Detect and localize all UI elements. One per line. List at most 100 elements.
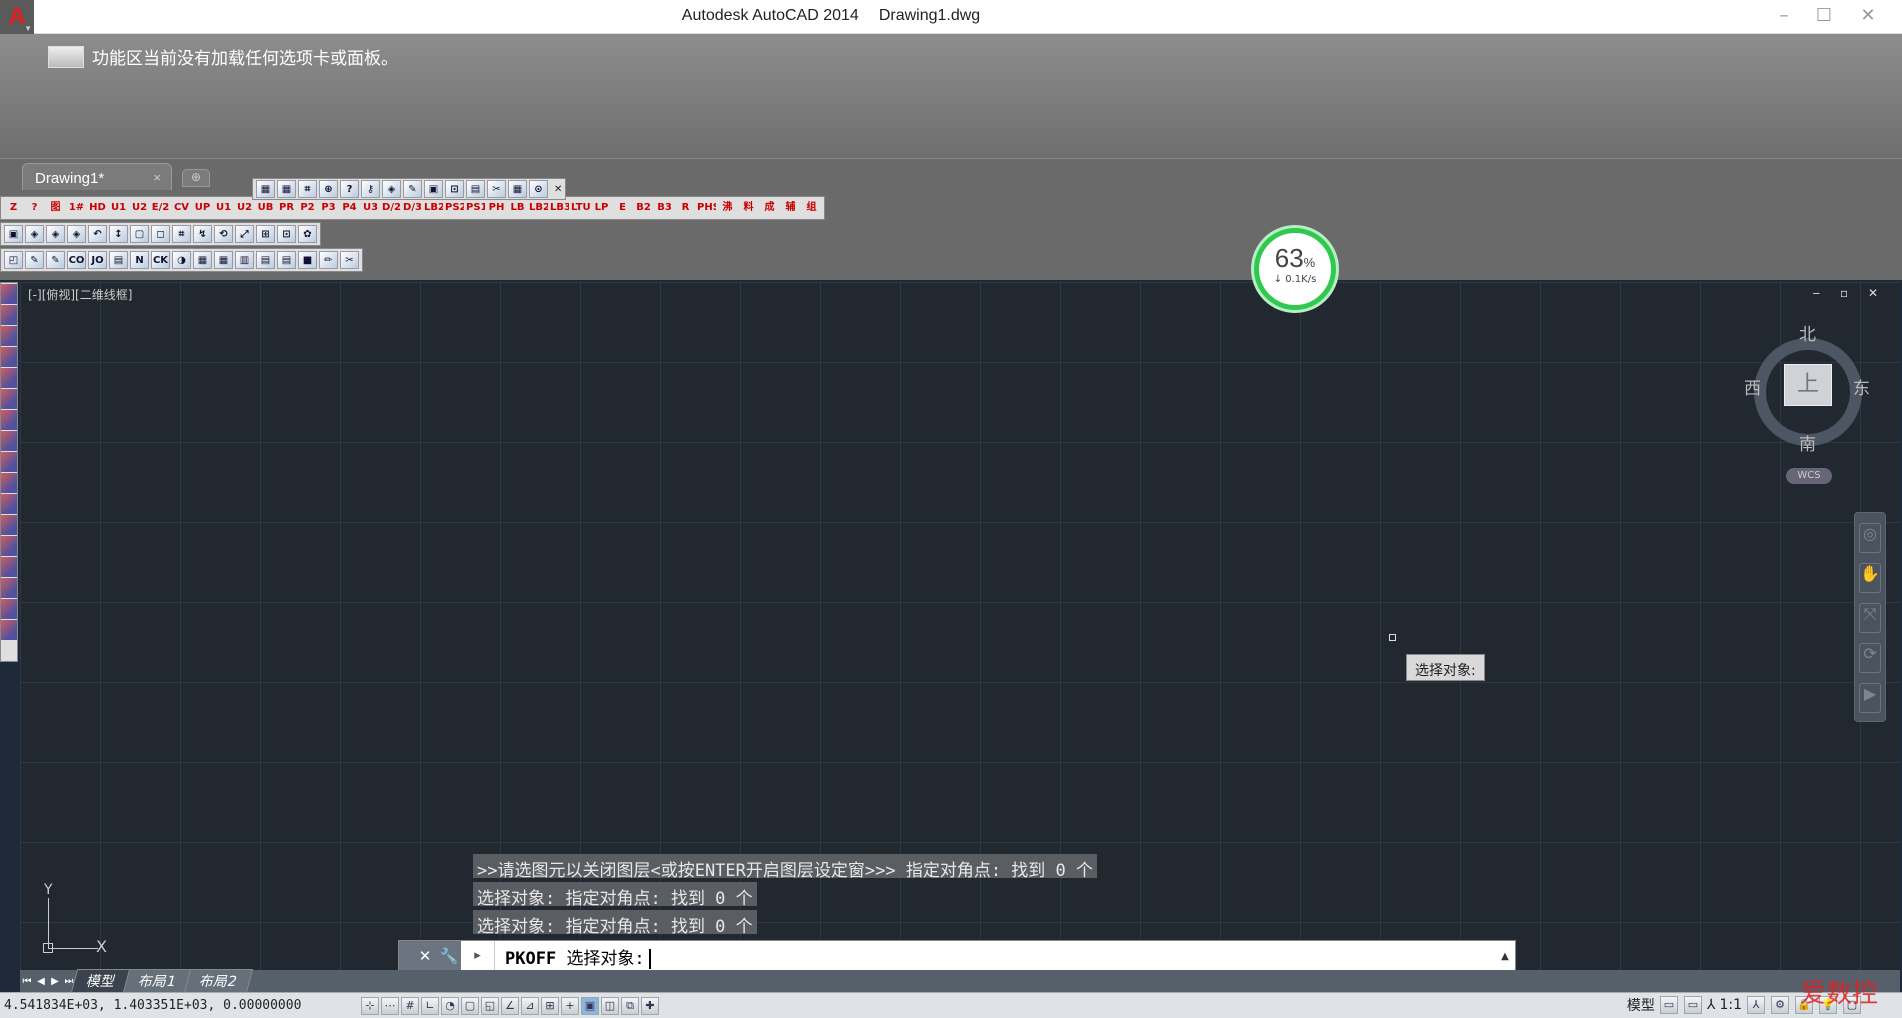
left-toolbar-button[interactable] xyxy=(1,515,17,535)
toolbar-button[interactable]: ▤ xyxy=(466,180,485,198)
left-toolbar-button[interactable] xyxy=(1,494,17,514)
toolbar-button[interactable]: P2 xyxy=(298,199,317,217)
toolbar-button[interactable]: 图 xyxy=(46,199,65,217)
toolbar-button[interactable]: U3 xyxy=(361,199,380,217)
toolbar-button[interactable]: P3 xyxy=(319,199,338,217)
toolbar-button[interactable]: ↶ xyxy=(88,225,107,243)
recent-commands-icon[interactable]: ▸ xyxy=(461,941,495,971)
left-toolbar-button[interactable] xyxy=(1,410,17,430)
steering-wheel-icon[interactable]: ◎ xyxy=(1859,523,1881,553)
toolbar-button[interactable]: ◰ xyxy=(4,251,23,269)
wcs-menu[interactable]: WCS xyxy=(1786,468,1832,484)
toolbar-button[interactable]: B3 xyxy=(655,199,674,217)
quick-properties-icon[interactable]: ◫ xyxy=(601,996,619,1015)
orbit-icon[interactable]: ⟳ xyxy=(1859,643,1881,673)
toolbar-button[interactable]: ⊡ xyxy=(445,180,464,198)
lineweight-icon[interactable]: + xyxy=(561,996,579,1015)
toolbar-button[interactable]: ⟲ xyxy=(214,225,233,243)
toolbar-button[interactable]: ? xyxy=(340,180,359,198)
toolbar-button[interactable]: D/3 xyxy=(403,199,422,217)
toolbar-button[interactable]: 辅 xyxy=(781,199,800,217)
annotation-monitor-icon[interactable]: ✚ xyxy=(641,996,659,1015)
toolbar-button[interactable]: ↕ xyxy=(109,225,128,243)
toolbar-button[interactable]: UB xyxy=(256,199,275,217)
grid-display-icon[interactable]: # xyxy=(401,996,419,1015)
toolbar-button[interactable]: ▦ xyxy=(214,251,233,269)
left-toolbar-button[interactable] xyxy=(1,368,17,388)
close-command-line-button[interactable]: ✕ xyxy=(413,941,437,971)
close-tab-icon[interactable]: × xyxy=(153,170,161,185)
snap-mode-icon[interactable]: ⋯ xyxy=(381,996,399,1015)
toolbar-button[interactable]: ↯ xyxy=(193,225,212,243)
quick-view-drawings-icon[interactable]: ▭ xyxy=(1683,996,1702,1014)
toolbar-button[interactable]: E/2 xyxy=(151,199,170,217)
network-monitor-widget[interactable]: 63% ↓ 0.1K/s xyxy=(1254,228,1336,310)
toolbar-button[interactable]: JO xyxy=(88,251,107,269)
allow-ucs-icon[interactable]: ⊿ xyxy=(521,996,539,1015)
tab-layout2[interactable]: 布局2 xyxy=(183,969,254,993)
first-layout-icon[interactable]: ⏮ xyxy=(20,976,34,987)
toolbar-button[interactable]: ⚷ xyxy=(361,180,380,198)
toolbar-button[interactable]: LP xyxy=(592,199,611,217)
toolbar-button[interactable]: ✂ xyxy=(340,251,359,269)
toolbar-button[interactable]: R xyxy=(676,199,695,217)
toolbar-button[interactable]: ◈ xyxy=(382,180,401,198)
left-toolbar-button[interactable] xyxy=(1,347,17,367)
command-history-up-icon[interactable]: ▲ xyxy=(1495,951,1515,962)
prev-layout-icon[interactable]: ◀ xyxy=(34,976,48,987)
toolbar-button[interactable]: 成 xyxy=(760,199,779,217)
toolbar-button[interactable]: 1# xyxy=(67,199,86,217)
toolbar-button[interactable]: ▣ xyxy=(424,180,443,198)
close-icon[interactable]: ✕ xyxy=(1848,4,1888,28)
zoom-icon[interactable]: ⤧ xyxy=(1859,603,1881,633)
annotation-visibility-icon[interactable]: ⅄ xyxy=(1747,996,1765,1014)
tab-model[interactable]: 模型 xyxy=(70,969,132,993)
object-snap-tracking-icon[interactable]: ∠ xyxy=(501,996,519,1015)
toolbar-button[interactable]: ⤢ xyxy=(235,225,254,243)
annotation-scale[interactable]: 1:1 xyxy=(1719,997,1742,1013)
toolbar-button[interactable]: ✿ xyxy=(298,225,317,243)
toolbar-button[interactable]: ▣ xyxy=(4,225,23,243)
toolbar-button[interactable]: ⊕ xyxy=(319,180,338,198)
toolbar-button[interactable]: LB2 xyxy=(424,199,443,217)
toolbar-button[interactable]: ▦ xyxy=(508,180,527,198)
toolbar-button[interactable]: ▤ xyxy=(109,251,128,269)
pan-hand-icon[interactable]: ✋ xyxy=(1859,563,1881,593)
compass-north[interactable]: 北 xyxy=(1799,320,1816,345)
toolbar-button[interactable]: ⌗ xyxy=(298,180,317,198)
toolbar-button[interactable]: PR xyxy=(277,199,296,217)
toolbar-button[interactable]: CK xyxy=(151,251,170,269)
toolbar-button[interactable]: ? xyxy=(25,199,44,217)
toolbar-button[interactable]: ◻ xyxy=(151,225,170,243)
toolbar-button[interactable]: ◈ xyxy=(25,225,44,243)
left-toolbar-button[interactable] xyxy=(1,473,17,493)
viewcube-top-face[interactable]: 上 xyxy=(1784,364,1832,406)
toolbar-button[interactable]: E xyxy=(613,199,632,217)
toolbar-button[interactable]: ▦ xyxy=(193,251,212,269)
toolbar-button[interactable]: UP xyxy=(193,199,212,217)
command-line-grip[interactable] xyxy=(399,941,413,971)
toolbar-button[interactable]: ■ xyxy=(298,251,317,269)
tab-drawing1[interactable]: Drawing1* × xyxy=(22,163,172,191)
toolbar-button[interactable]: CO xyxy=(67,251,86,269)
left-toolbar-button[interactable] xyxy=(1,305,17,325)
toolbar-button[interactable]: 组 xyxy=(802,199,821,217)
left-toolbar-button[interactable] xyxy=(1,431,17,451)
toolbar-button[interactable]: ✎ xyxy=(403,180,422,198)
toolbar-button[interactable]: ▤ xyxy=(256,251,275,269)
toolbar-button[interactable]: ◑ xyxy=(172,251,191,269)
toolbar-button[interactable]: ⊙ xyxy=(529,180,548,198)
toolbar-button[interactable]: CV xyxy=(172,199,191,217)
toolbar-button[interactable]: ✂ xyxy=(487,180,506,198)
toolbar-button[interactable]: ▢ xyxy=(130,225,149,243)
next-layout-icon[interactable]: ▶ xyxy=(48,976,62,987)
toolbar-button[interactable]: ⊡ xyxy=(277,225,296,243)
toolbar-button[interactable]: PH xyxy=(487,199,506,217)
annotation-scale-icon[interactable]: ⅄ xyxy=(1707,997,1716,1013)
floating-toolbar-close-icon[interactable]: ✕ xyxy=(554,184,562,195)
toolbar-button[interactable]: PS2 xyxy=(445,199,464,217)
toolbar-button[interactable]: Z xyxy=(4,199,23,217)
viewport-window-controls[interactable]: ‒ ▫ ✕ xyxy=(1813,286,1886,300)
toolbar-button[interactable]: ▤ xyxy=(277,251,296,269)
left-toolbar-button[interactable] xyxy=(1,389,17,409)
